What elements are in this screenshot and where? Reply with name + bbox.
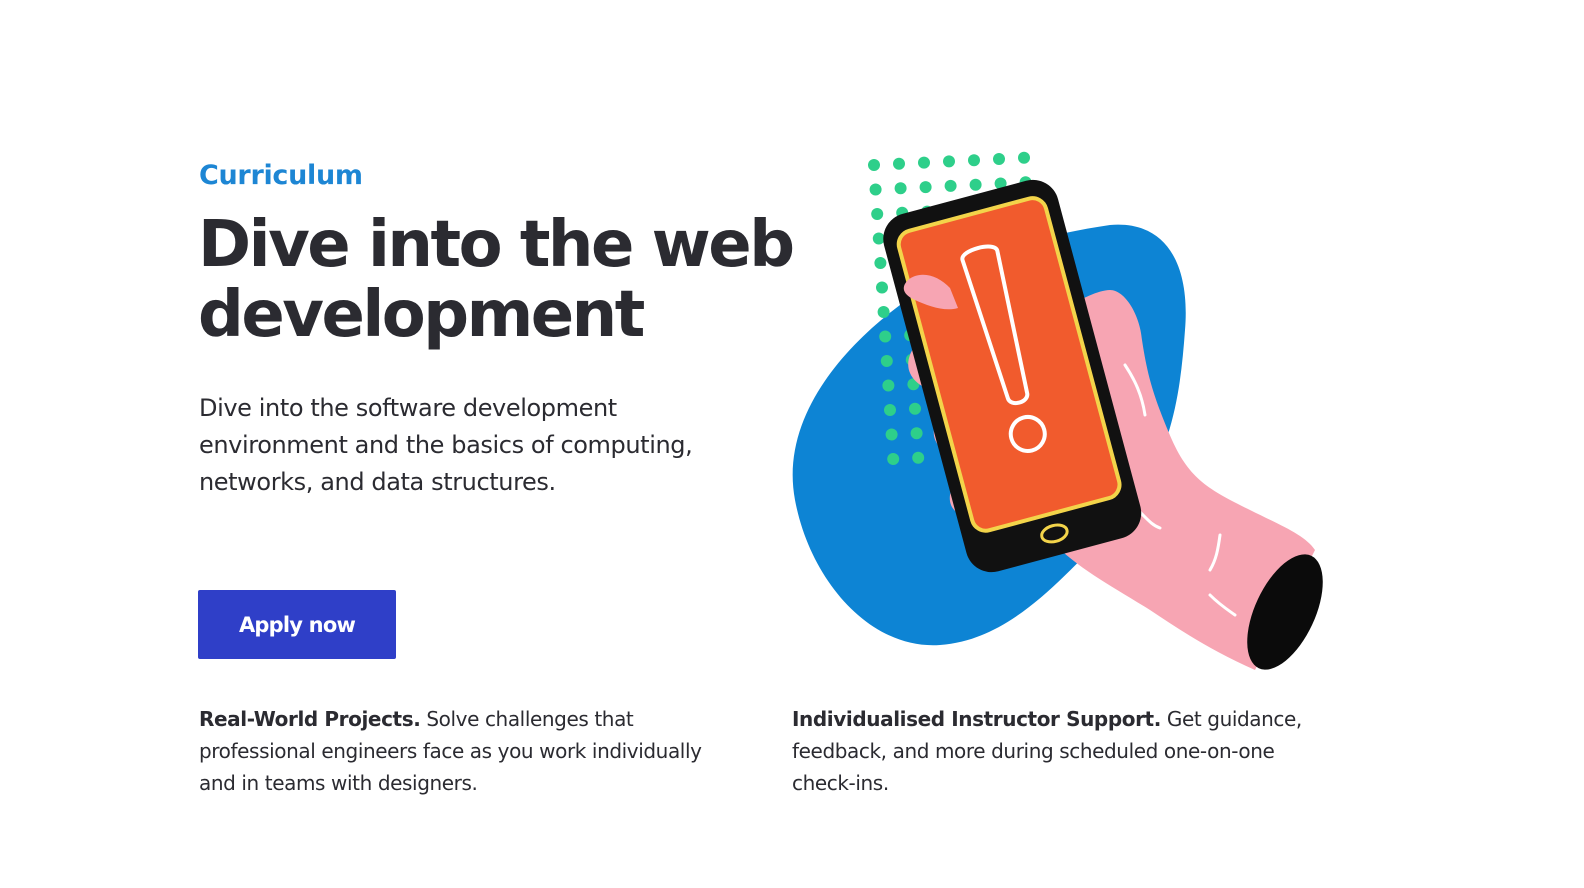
green-dot [872,232,885,245]
page-title-line-2: development [198,278,645,352]
green-dot [877,306,890,318]
green-dot [912,451,925,464]
green-dot [893,157,905,170]
section-eyebrow: Curriculum [199,160,363,191]
green-dot [943,155,955,168]
green-dot [918,156,930,169]
feature-instructor-support: Individualised Instructor Support. Get g… [792,703,1332,799]
section-description: Dive into the software development envir… [199,394,693,496]
green-dot [869,183,882,196]
green-dot [868,159,880,171]
green-dot [887,453,900,465]
green-dot [993,153,1005,165]
green-dot [944,179,957,192]
green-dot [910,427,923,440]
green-dot [874,257,887,269]
green-dot [879,330,892,343]
green-dot [882,379,895,392]
green-dot [876,281,888,294]
feature-title: Individualised Instructor Support. [792,707,1161,731]
green-dot [919,181,932,194]
feature-title: Real-World Projects. [199,707,421,731]
green-dot [885,428,898,441]
page-title-line-1: Dive into the web [198,208,795,282]
green-dot [1018,151,1030,164]
feature-real-world-projects: Real-World Projects. Solve challenges th… [199,703,739,799]
green-dot [909,402,921,415]
green-dot [894,182,907,195]
apply-now-button[interactable]: Apply now [198,590,396,659]
green-dot [969,178,982,191]
green-dot [968,154,980,167]
green-dot [880,355,893,367]
hand-holding-phone-alert-illustration [792,151,1323,670]
page-title: Dive into the web development [198,210,798,350]
green-dot [871,208,884,220]
green-dot [884,404,896,416]
